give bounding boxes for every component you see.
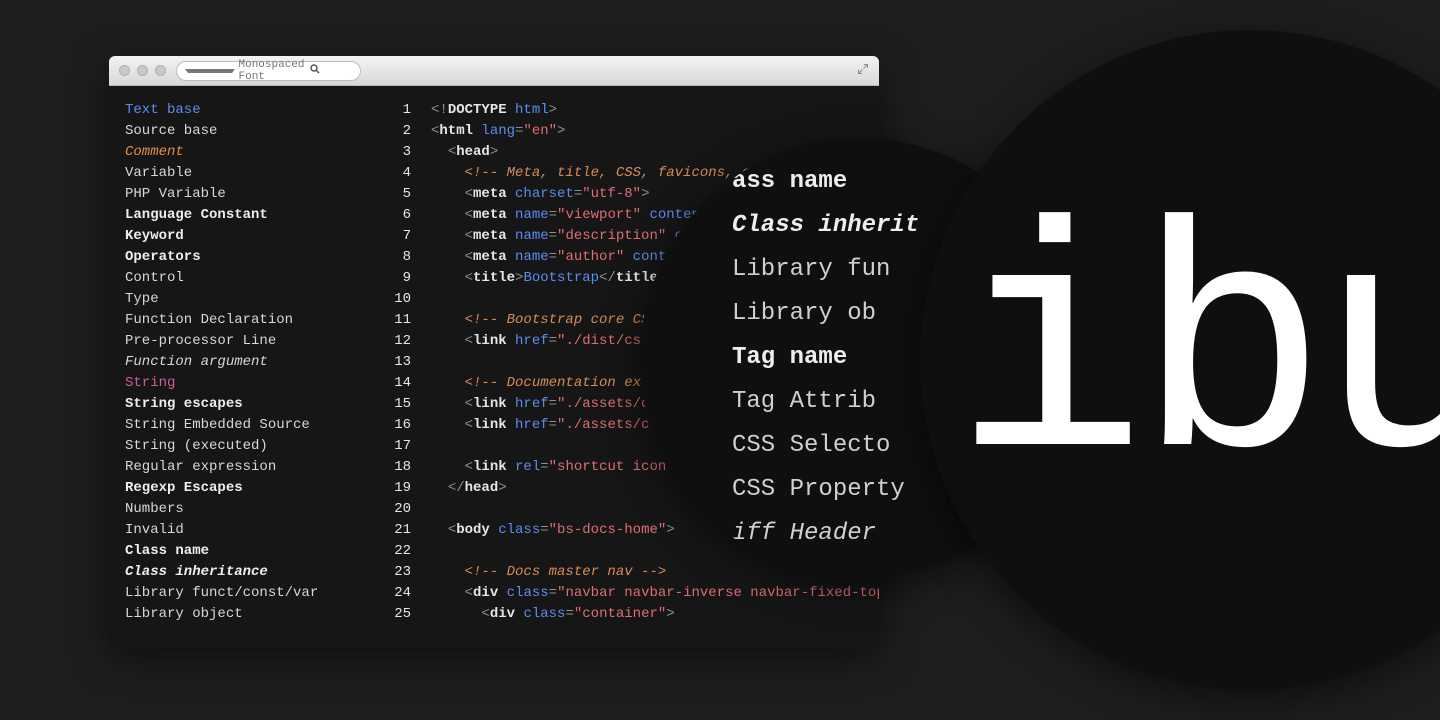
line-numbers: 1234567891011121314151617181920212223242…	[377, 100, 411, 625]
line-number: 12	[377, 331, 411, 352]
line-number: 5	[377, 184, 411, 205]
line-number: 25	[377, 604, 411, 625]
sidebar-item[interactable]: Class name	[125, 541, 377, 562]
sidebar-item[interactable]: Library funct/const/var	[125, 583, 377, 604]
sidebar-item[interactable]: Control	[125, 268, 377, 289]
sidebar-item[interactable]: Source base	[125, 121, 377, 142]
sidebar-item[interactable]: Language Constant	[125, 205, 377, 226]
line-number: 22	[377, 541, 411, 562]
magnifier-item: Library fun	[732, 248, 919, 292]
magnifier-large: ibu	[920, 30, 1440, 690]
expand-icon[interactable]	[857, 63, 869, 79]
minimize-icon[interactable]	[137, 65, 148, 76]
sidebar-item[interactable]: Regular expression	[125, 457, 377, 478]
line-number: 6	[377, 205, 411, 226]
magnifier-item: Class inherit	[732, 204, 919, 248]
search-input[interactable]: Monospaced Font	[176, 61, 361, 81]
syntax-style-list: Text baseSource baseCommentVariablePHP V…	[109, 100, 377, 625]
sidebar-item[interactable]: Text base	[125, 100, 377, 121]
sidebar-item[interactable]: Pre-processor Line	[125, 331, 377, 352]
code-line: <!DOCTYPE html>	[431, 100, 879, 121]
line-number: 3	[377, 142, 411, 163]
magnifier-item: Tag name	[732, 336, 919, 380]
line-number: 13	[377, 352, 411, 373]
line-number: 19	[377, 478, 411, 499]
titlebar: Monospaced Font	[109, 56, 879, 86]
line-number: 1	[377, 100, 411, 121]
line-number: 24	[377, 583, 411, 604]
code-line: <div class="container">	[431, 604, 879, 625]
line-number: 17	[377, 436, 411, 457]
code-line: <html lang="en">	[431, 121, 879, 142]
line-number: 8	[377, 247, 411, 268]
line-number: 16	[377, 415, 411, 436]
sidebar-item[interactable]: Library object	[125, 604, 377, 625]
magnifier-item: CSS Property	[732, 468, 919, 512]
sidebar-item[interactable]: Class inheritance	[125, 562, 377, 583]
line-number: 15	[377, 394, 411, 415]
magnifier-item: ass name	[732, 160, 919, 204]
sidebar-item[interactable]: PHP Variable	[125, 184, 377, 205]
line-number: 2	[377, 121, 411, 142]
sidebar-item[interactable]: String	[125, 373, 377, 394]
line-number: 9	[377, 268, 411, 289]
traffic-lights	[119, 65, 166, 76]
glyph-sample: ibu	[920, 200, 1440, 520]
search-icon	[309, 63, 353, 79]
sidebar-item[interactable]: Regexp Escapes	[125, 478, 377, 499]
sidebar-item[interactable]: Function Declaration	[125, 310, 377, 331]
sidebar-item[interactable]: Keyword	[125, 226, 377, 247]
code-line: <div class="navbar navbar-inverse navbar…	[431, 583, 879, 604]
line-number: 4	[377, 163, 411, 184]
sidebar-item[interactable]: String escapes	[125, 394, 377, 415]
magnifier-item: Tag Attrib	[732, 380, 919, 424]
zoom-icon[interactable]	[155, 65, 166, 76]
sidebar-item[interactable]: String Embedded Source	[125, 415, 377, 436]
line-number: 20	[377, 499, 411, 520]
chevron-down-icon	[185, 69, 235, 73]
sidebar-item[interactable]: Comment	[125, 142, 377, 163]
line-number: 21	[377, 520, 411, 541]
sidebar-item[interactable]: Numbers	[125, 499, 377, 520]
line-number: 7	[377, 226, 411, 247]
line-number: 10	[377, 289, 411, 310]
line-number: 18	[377, 457, 411, 478]
sidebar-item[interactable]: String (executed)	[125, 436, 377, 457]
sidebar-item[interactable]: Invalid	[125, 520, 377, 541]
line-number: 11	[377, 310, 411, 331]
sidebar-item[interactable]: Function argument	[125, 352, 377, 373]
line-number: 23	[377, 562, 411, 583]
sidebar-item[interactable]: Type	[125, 289, 377, 310]
sidebar-item[interactable]: Operators	[125, 247, 377, 268]
line-number: 14	[377, 373, 411, 394]
sidebar-item[interactable]: Variable	[125, 163, 377, 184]
close-icon[interactable]	[119, 65, 130, 76]
search-placeholder: Monospaced Font	[239, 59, 305, 83]
magnifier-item: Library ob	[732, 292, 919, 336]
magnifier-item: CSS Selecto	[732, 424, 919, 468]
magnifier-item: iff Header	[732, 512, 919, 556]
